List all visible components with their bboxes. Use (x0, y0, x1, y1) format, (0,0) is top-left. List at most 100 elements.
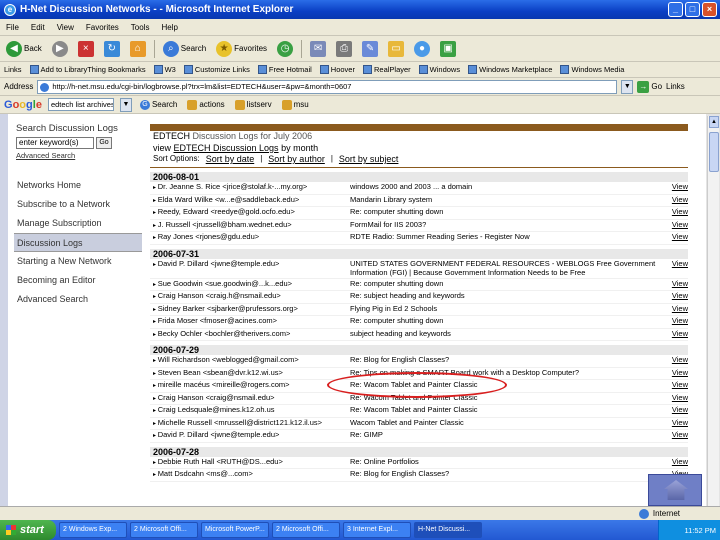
sidebar-item-discussion-logs[interactable]: Discussion Logs (14, 233, 142, 252)
window-titlebar[interactable]: e H-Net Discussion Networks - - Microsof… (0, 0, 720, 19)
view-message-link[interactable]: View (660, 291, 688, 301)
view-message-link[interactable]: View (660, 457, 688, 467)
view-logs-link[interactable]: EDTECH Discussion Logs (174, 143, 279, 153)
address-input[interactable]: http://h-net.msu.edu/cgi-bin/logbrowse.p… (37, 79, 618, 94)
sidebar-item-networks-home[interactable]: Networks Home (14, 176, 142, 195)
message-subject: Re: Wacom Tablet and Painter Classic (350, 405, 478, 414)
link-w3[interactable]: W3 (153, 65, 176, 74)
view-message-link[interactable]: View (660, 195, 688, 205)
task-list: 2 Windows Exp... 2 Microsoft Offi... Micro… (59, 522, 482, 538)
folder-button[interactable]: ▭ (386, 39, 406, 59)
stop-button[interactable]: × (76, 39, 96, 59)
taskbar-button[interactable]: Microsoft PowerP... (201, 522, 269, 538)
address-links-label[interactable]: Links (666, 82, 685, 91)
menu-file[interactable]: File (6, 23, 19, 32)
view-message-link[interactable]: View (660, 368, 688, 378)
home-slide-button[interactable] (648, 474, 702, 506)
link-customize[interactable]: Customize Links (183, 65, 250, 74)
view-message-link[interactable]: View (660, 316, 688, 326)
sidebar-go-button[interactable]: Go (96, 137, 112, 149)
view-message-link[interactable]: View (660, 355, 688, 365)
google-search-input[interactable]: edtech list archives (47, 98, 114, 111)
links-bar: Links Add to LibraryThing Bookmarks W3 C… (0, 62, 720, 78)
scroll-up-button[interactable]: ▲ (709, 116, 719, 128)
view-message-link[interactable]: View (660, 380, 688, 390)
minimize-button[interactable]: _ (668, 2, 683, 17)
history-button[interactable]: ◷ (275, 39, 295, 59)
link-windows-media[interactable]: Windows Media (560, 65, 624, 74)
view-message-link[interactable]: View (660, 182, 688, 192)
back-button[interactable]: ◀ Back (4, 39, 44, 59)
taskbar-button[interactable]: 3 Internet Expl... (343, 522, 411, 538)
link-realplayer[interactable]: RealPlayer (362, 65, 411, 74)
view-message-link[interactable]: View (660, 279, 688, 289)
refresh-button[interactable]: ↻ (102, 39, 122, 59)
sort-by-subject-link[interactable]: Sort by subject (339, 154, 399, 164)
google-actions-label: actions (199, 100, 225, 109)
google-listserv-button[interactable]: listserv (233, 98, 274, 112)
advanced-search-link[interactable]: Advanced Search (16, 151, 141, 160)
sidebar-item-starting-a-new-network[interactable]: Starting a New Network (14, 252, 142, 271)
search-button[interactable]: ⌕ Search (161, 39, 208, 59)
link-hoover[interactable]: Hoover (319, 65, 355, 74)
sidebar-item-becoming-an-editor[interactable]: Becoming an Editor (14, 271, 142, 290)
close-button[interactable]: × (702, 2, 717, 17)
link-page-icon (183, 65, 193, 74)
favorites-button[interactable]: ★ Favorites (214, 39, 269, 59)
menu-favorites[interactable]: Favorites (86, 23, 119, 32)
taskbar-button[interactable]: 2 Microsoft Offi... (272, 522, 340, 538)
research-button[interactable]: ▣ (438, 39, 458, 59)
menu-view[interactable]: View (57, 23, 74, 32)
address-dropdown-button[interactable]: ▼ (621, 79, 634, 94)
google-search-button[interactable]: G Search (138, 98, 179, 112)
view-message-link[interactable]: View (660, 430, 688, 440)
date-header: 2006-07-28 (150, 446, 688, 457)
link-label: Windows (429, 65, 461, 74)
link-librarything[interactable]: Add to LibraryThing Bookmarks (29, 65, 146, 74)
sidebar-item-advanced-search[interactable]: Advanced Search (14, 290, 142, 309)
sidebar-search-input[interactable]: enter keyword(s) (16, 137, 94, 149)
view-message-link[interactable]: View (660, 393, 688, 403)
message-subject: Re: Blog for English Classes? (350, 355, 450, 364)
link-windows[interactable]: Windows (418, 65, 461, 74)
taskbar-button[interactable]: H-Net Discussi... (414, 522, 482, 538)
scrollbar-thumb[interactable] (709, 132, 719, 172)
view-message-link[interactable]: View (660, 259, 688, 269)
taskbar-button[interactable]: 2 Microsoft Offi... (130, 522, 198, 538)
message-author: Michelle Russell <mrussell@district121.k… (150, 418, 350, 430)
menu-help[interactable]: Help (161, 23, 177, 32)
view-message-link[interactable]: View (660, 304, 688, 314)
mail-button[interactable]: ✉ (308, 39, 328, 59)
sort-by-author-link[interactable]: Sort by author (268, 154, 325, 164)
view-message-link[interactable]: View (660, 329, 688, 339)
message-row: Ray Jones <rjones@gdu.edu>RDTE Radio: Su… (150, 232, 688, 245)
google-msu-button[interactable]: msu (280, 98, 311, 112)
print-button[interactable]: ⎙ (334, 39, 354, 59)
menu-tools[interactable]: Tools (131, 23, 150, 32)
view-message-link[interactable]: View (660, 220, 688, 230)
home-toolbar-button[interactable]: ⌂ (128, 39, 148, 59)
view-message-link[interactable]: View (660, 232, 688, 242)
sort-by-date-link[interactable]: Sort by date (206, 154, 255, 164)
start-button[interactable]: start (0, 520, 56, 540)
messenger-button[interactable]: ● (412, 39, 432, 59)
view-message-link[interactable]: View (660, 207, 688, 217)
link-label: Windows Marketplace (479, 65, 553, 74)
google-actions-button[interactable]: actions (185, 98, 226, 112)
taskbar-button[interactable]: 2 Windows Exp... (59, 522, 127, 538)
view-message-link[interactable]: View (660, 418, 688, 428)
view-message-link[interactable]: View (660, 405, 688, 415)
edit-button[interactable]: ✎ (360, 39, 380, 59)
google-dropdown-button[interactable]: ▼ (119, 97, 132, 112)
menu-edit[interactable]: Edit (31, 23, 45, 32)
maximize-button[interactable]: □ (685, 2, 700, 17)
forward-button[interactable]: ▶ (50, 39, 70, 59)
go-button[interactable]: → Go (637, 80, 662, 93)
link-marketplace[interactable]: Windows Marketplace (468, 65, 552, 74)
link-hotmail[interactable]: Free Hotmail (257, 65, 312, 74)
refresh-icon: ↻ (103, 40, 120, 57)
vertical-scrollbar[interactable]: ▲ ▼ (707, 116, 719, 520)
sidebar-item-manage-subscription[interactable]: Manage Subscription (14, 214, 142, 233)
sidebar-item-subscribe-to-a-network[interactable]: Subscribe to a Network (14, 195, 142, 214)
google-logo[interactable]: Google (4, 99, 42, 111)
